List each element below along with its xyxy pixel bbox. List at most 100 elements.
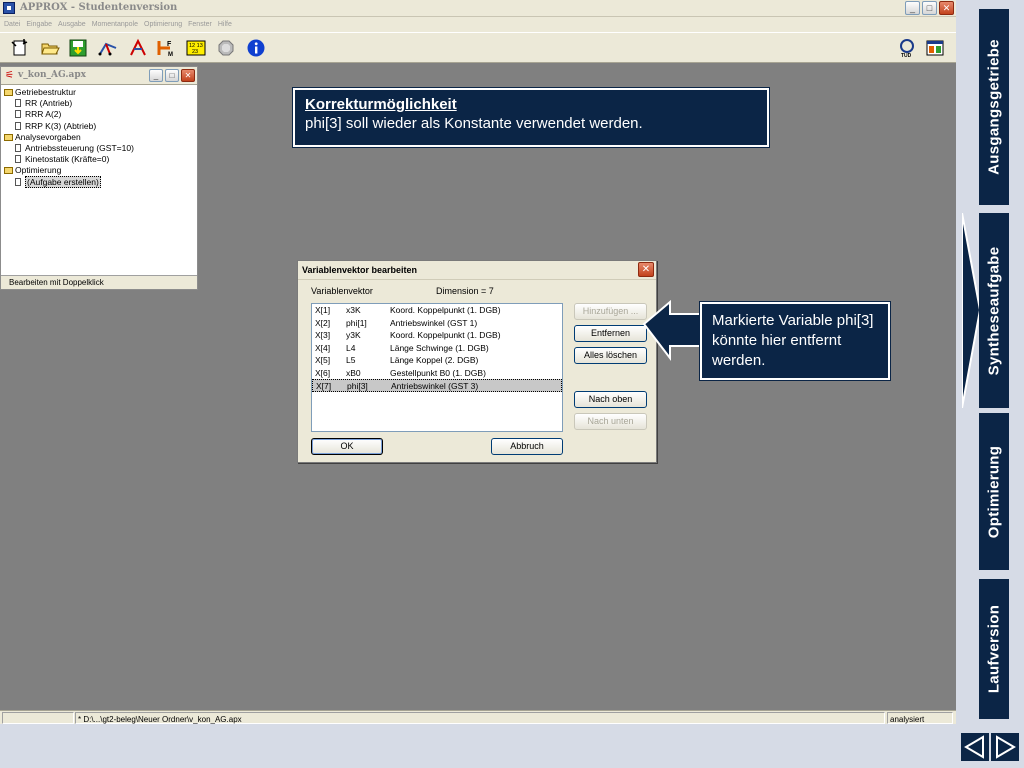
menu-datei[interactable]: Datei	[4, 17, 20, 32]
project-title-bar: ⚟ v_kon_AG.apx _ □ ✕	[1, 67, 197, 85]
tree-node[interactable]: RRR A(2)	[4, 109, 197, 120]
variable-description: Gestellpunkt B0 (1. DGB)	[390, 367, 486, 378]
menu-ausgabe[interactable]: Ausgabe	[58, 17, 86, 32]
document-icon	[15, 177, 21, 186]
remove-button[interactable]: Entfernen	[574, 325, 647, 342]
variable-index: X[4]	[315, 342, 331, 353]
project-maximize-button[interactable]: □	[165, 69, 179, 82]
variable-description: Antriebswinkel (GST 3)	[391, 381, 479, 391]
move-up-button[interactable]: Nach oben	[574, 391, 647, 408]
document-icon	[15, 155, 21, 164]
svg-text:F: F	[167, 41, 172, 48]
remove-callout: Markierte Variable phi[3] könnte hier en…	[640, 300, 892, 382]
window-layout-icon[interactable]	[925, 38, 945, 58]
maximize-button[interactable]: □	[922, 1, 937, 15]
status-state: analysiert	[887, 712, 953, 724]
variable-name: x3K	[346, 305, 361, 315]
move-down-button[interactable]: Nach unten	[574, 413, 647, 430]
tab-optimierung[interactable]: Optimierung	[979, 413, 1009, 570]
project-minimize-button[interactable]: _	[149, 69, 163, 82]
ok-button[interactable]: OK	[311, 438, 383, 455]
document-icon	[15, 110, 21, 119]
variable-name: phi[3]	[347, 381, 368, 391]
tab-ausgangsgetriebe[interactable]: Ausgangsgetriebe	[979, 9, 1009, 205]
tree-node-label: Kinetostatik (Kräfte=0)	[25, 154, 110, 165]
note-body: phi[3] soll wieder als Konstante verwend…	[305, 115, 643, 132]
document-icon	[15, 121, 21, 130]
variable-index: X[1]	[315, 305, 331, 315]
menu-fenster[interactable]: Fenster	[188, 17, 212, 32]
variable-index: X[3]	[315, 330, 331, 340]
tree-node-label: Getriebestruktur	[15, 87, 76, 97]
variable-row[interactable]: X[5] L5 Länge Koppel (2. DGB)	[312, 354, 562, 367]
toolbar: FM 12 13 23 TUD	[0, 32, 956, 63]
close-button[interactable]: ✕	[939, 1, 954, 15]
open-folder-icon[interactable]	[40, 38, 60, 58]
table-icon[interactable]: 12 13 23	[186, 38, 206, 58]
window-title: APPROX - Studentenversion	[20, 2, 178, 13]
minimize-button[interactable]: _	[905, 1, 920, 15]
title-bar: APPROX - Studentenversion _ □ ✕	[0, 0, 956, 17]
svg-text:23: 23	[192, 49, 198, 55]
info-icon[interactable]	[246, 38, 266, 58]
tab-syntheseaufgabe[interactable]: Syntheseaufgabe	[979, 213, 1009, 408]
variable-index: X[2]	[315, 317, 331, 328]
tree-node[interactable]: Optimierung	[4, 165, 197, 176]
stop-icon[interactable]	[216, 38, 236, 58]
tree-node-label: Analysevorgaben	[15, 131, 81, 142]
variable-description: Antriebswinkel (GST 1)	[390, 317, 478, 328]
note-heading: Korrekturmöglichkeit	[305, 96, 457, 113]
tree-node[interactable]: (Aufgabe erstellen)	[4, 175, 197, 188]
tree-node-label: (Aufgabe erstellen)	[25, 175, 101, 188]
variable-row[interactable]: X[3] y3K Koord. Koppelpunkt (1. DGB)	[312, 329, 562, 342]
tree-node[interactable]: RRP K(3) (Abtrieb)	[4, 121, 197, 132]
dialog-close-button[interactable]: ✕	[638, 262, 654, 277]
triangle-right-icon	[996, 735, 1016, 759]
dialog-title: Variablenvektor bearbeiten	[302, 265, 418, 275]
variable-name: L5	[346, 355, 356, 365]
menu-optimierung[interactable]: Optimierung	[144, 17, 182, 32]
variable-row[interactable]: X[1] x3K Koord. Koppelpunkt (1. DGB)	[312, 304, 562, 317]
variable-row[interactable]: X[7] phi[3] Antriebswinkel (GST 3)	[312, 379, 562, 392]
callout-text: Markierte Variable phi[3] könnte hier en…	[699, 301, 891, 381]
mechanism-icon[interactable]	[128, 38, 148, 58]
app-icon	[3, 2, 15, 14]
variable-list[interactable]: X[1] x3K Koord. Koppelpunkt (1. DGB) X[2] ph…	[311, 303, 563, 432]
save-icon[interactable]	[68, 38, 88, 58]
tab-laufversion[interactable]: Laufversion	[979, 579, 1009, 719]
document-icon	[15, 144, 21, 153]
variable-name: xB0	[346, 367, 361, 378]
tree-node[interactable]: Getriebestruktur	[4, 87, 197, 98]
dimension-label: Dimension = 7	[436, 286, 494, 296]
variable-description: Länge Koppel (2. DGB)	[390, 355, 479, 365]
project-close-button[interactable]: ✕	[181, 69, 195, 82]
status-path: * D:\...\gt2-beleg\Neuer Ordner\v_kon_AG…	[75, 712, 885, 724]
add-button[interactable]: Hinzufügen ...	[574, 303, 647, 320]
linkage-icon[interactable]	[98, 38, 118, 58]
menu-hilfe[interactable]: Hilfe	[218, 17, 232, 32]
menu-momentanpole[interactable]: Momentanpole	[92, 17, 138, 32]
next-slide-button[interactable]	[991, 733, 1019, 761]
tree-node[interactable]: Antriebssteuerung (GST=10)	[4, 143, 197, 154]
force-icon[interactable]: FM	[156, 38, 176, 58]
document-icon	[15, 99, 21, 108]
variable-row[interactable]: X[4] L4 Länge Schwinge (1. DGB)	[312, 342, 562, 355]
variable-index: X[6]	[315, 367, 331, 378]
new-file-icon[interactable]	[10, 38, 30, 58]
previous-slide-button[interactable]	[961, 733, 989, 761]
variable-description: Koord. Koppelpunkt (1. DGB)	[390, 330, 501, 340]
clear-all-button[interactable]: Alles löschen	[574, 347, 647, 364]
variable-row[interactable]: X[2] phi[1] Antriebswinkel (GST 1)	[312, 317, 562, 330]
menu-eingabe[interactable]: Eingabe	[26, 17, 52, 32]
svg-text:TUD: TUD	[901, 53, 912, 58]
status-bar: * D:\...\gt2-beleg\Neuer Ordner\v_kon_AG…	[0, 710, 956, 724]
tud-logo-icon[interactable]: TUD	[897, 38, 917, 59]
tree-node[interactable]: Kinetostatik (Kräfte=0)	[4, 154, 197, 165]
folder-icon	[4, 133, 13, 141]
variable-name: L4	[346, 342, 356, 353]
tree-node[interactable]: RR (Antrieb)	[4, 98, 197, 109]
variable-row[interactable]: X[6] xB0 Gestellpunkt B0 (1. DGB)	[312, 367, 562, 380]
cancel-button[interactable]: Abbruch	[491, 438, 563, 455]
tree-node[interactable]: Analysevorgaben	[4, 132, 197, 143]
tree-node-label: RR (Antrieb)	[25, 98, 73, 109]
